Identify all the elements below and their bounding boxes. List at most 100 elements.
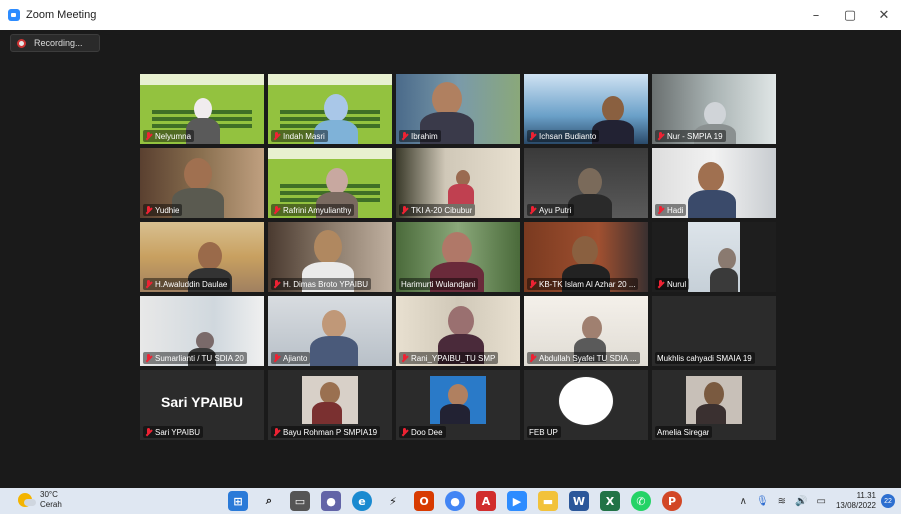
video-tile[interactable]: H.Awaluddin Daulae	[140, 222, 264, 292]
muted-mic-icon	[401, 427, 408, 437]
video-tile[interactable]: KB-TK Islam Al Azhar 20 ...	[524, 222, 648, 292]
zoom-window: Zoom Meeting – ▢ ✕ Recording... Nelyumna…	[0, 0, 901, 514]
chrome-icon[interactable]: ●	[445, 491, 465, 511]
weather-temp: 30°C	[40, 490, 58, 499]
muted-mic-icon	[657, 131, 664, 141]
video-tile[interactable]: Rani_YPAIBU_TU SMP	[396, 296, 520, 366]
video-tile[interactable]: FEB UP	[524, 370, 648, 440]
profile-picture	[558, 376, 614, 426]
muted-mic-icon	[273, 205, 280, 215]
wifi-icon[interactable]: ≋	[778, 496, 786, 507]
participant-name: Nurul	[667, 279, 687, 289]
muted-mic-icon	[657, 279, 664, 289]
office-icon[interactable]: O	[414, 491, 434, 511]
partly-sunny-icon	[18, 493, 36, 507]
clock-date: 13/08/2022	[835, 501, 876, 510]
windows-taskbar: 30°C Cerah ⊞ ⌕ ▭ ● e ⚡ O ● A ▶ ▬ W X ✆ P…	[0, 488, 901, 514]
battery-icon[interactable]: ▭	[817, 496, 826, 507]
video-tile[interactable]: Yudhie	[140, 148, 264, 218]
word-icon[interactable]: W	[569, 491, 589, 511]
video-tile[interactable]: Nurul	[652, 222, 776, 292]
video-tile[interactable]: TKI A-20 Cibubur	[396, 148, 520, 218]
participant-name: TKI A-20 Cibubur	[411, 205, 473, 215]
participant-name: FEB UP	[529, 427, 558, 437]
participant-name: Harimurti Wulandjani	[401, 279, 476, 289]
video-gallery: Recording... Nelyumna Indah Masri Ibrahi…	[0, 30, 901, 482]
recording-indicator[interactable]: Recording...	[10, 34, 100, 52]
video-tile[interactable]: Sumarlianti / TU SDIA 20	[140, 296, 264, 366]
chevron-up-icon[interactable]: ∧	[740, 496, 747, 507]
volume-icon[interactable]: 🔊	[795, 496, 807, 507]
minimize-button[interactable]: –	[799, 0, 833, 30]
excel-icon[interactable]: X	[600, 491, 620, 511]
file-explorer-icon[interactable]: ▬	[538, 491, 558, 511]
profile-picture	[686, 376, 742, 424]
video-tile[interactable]: Amelia Siregar	[652, 370, 776, 440]
video-tile-active-speaker[interactable]: Harimurti Wulandjani	[396, 222, 520, 292]
muted-mic-icon	[145, 205, 152, 215]
video-tile[interactable]: Nur - SMPIA 19	[652, 74, 776, 144]
muted-mic-icon	[145, 427, 152, 437]
video-tile[interactable]: Ajianto	[268, 296, 392, 366]
video-tile[interactable]: Ayu Putri	[524, 148, 648, 218]
clock[interactable]: 11.31 13/08/2022	[836, 491, 876, 511]
muted-mic-icon	[145, 353, 152, 363]
participant-name: Amelia Siregar	[657, 427, 710, 437]
window-title: Zoom Meeting	[26, 9, 97, 21]
video-tile[interactable]: Mukhlis cahyadi SMAIA 19	[652, 296, 776, 366]
muted-mic-icon	[273, 353, 280, 363]
weather-widget[interactable]: 30°C Cerah	[18, 490, 62, 510]
participant-name: H.Awaluddin Daulae	[155, 279, 228, 289]
muted-mic-icon	[529, 205, 536, 215]
muted-mic-icon	[529, 131, 536, 141]
muted-mic-icon	[145, 279, 152, 289]
zoom-icon[interactable]: ▶	[507, 491, 527, 511]
close-button[interactable]: ✕	[867, 0, 901, 30]
participant-name: Ichsan Budianto	[539, 131, 597, 141]
whatsapp-icon[interactable]: ✆	[631, 491, 651, 511]
edge-icon[interactable]: e	[352, 491, 372, 511]
muted-mic-icon	[401, 205, 408, 215]
microphone-icon[interactable]: 🎙	[756, 496, 769, 507]
video-tile[interactable]: H. Dimas Broto YPAIBU	[268, 222, 392, 292]
recording-icon	[17, 38, 26, 48]
participant-name: Indah Masri	[283, 131, 325, 141]
title-bar: Zoom Meeting – ▢ ✕	[0, 0, 901, 30]
acrobat-icon[interactable]: A	[476, 491, 496, 511]
video-tile[interactable]: Hadi	[652, 148, 776, 218]
participant-name: Sumarlianti / TU SDIA 20	[155, 353, 244, 363]
participant-name: Sari YPAIBU	[155, 427, 201, 437]
video-tile[interactable]: Nelyumna	[140, 74, 264, 144]
muted-mic-icon	[401, 131, 408, 141]
clock-time: 11.31	[856, 491, 876, 500]
participant-name: Ajianto	[283, 353, 308, 363]
participant-name: H. Dimas Broto YPAIBU	[283, 279, 369, 289]
powerpoint-icon[interactable]: P	[662, 491, 682, 511]
restore-button[interactable]: ▢	[833, 0, 867, 30]
participant-name: Bayu Rohman P SMPIA19	[283, 427, 378, 437]
recording-label: Recording...	[34, 38, 83, 48]
video-tile[interactable]: Sari YPAIBU Sari YPAIBU	[140, 370, 264, 440]
muted-mic-icon	[529, 279, 536, 289]
video-tile[interactable]: Indah Masri	[268, 74, 392, 144]
profile-picture	[302, 376, 358, 424]
video-tile[interactable]: Rafrini Amyulianthy	[268, 148, 392, 218]
start-menu-icon[interactable]: ⊞	[228, 491, 248, 511]
app-bolt-icon[interactable]: ⚡	[383, 491, 403, 511]
video-tile[interactable]: Ibrahim	[396, 74, 520, 144]
participant-name: Yudhie	[155, 205, 180, 215]
profile-picture	[430, 376, 486, 424]
muted-mic-icon	[273, 131, 280, 141]
participant-name: Rani_YPAIBU_TU SMP	[411, 353, 496, 363]
teams-chat-icon[interactable]: ●	[321, 491, 341, 511]
task-view-icon[interactable]: ▭	[290, 491, 310, 511]
muted-mic-icon	[273, 427, 280, 437]
search-icon[interactable]: ⌕	[259, 491, 279, 511]
video-tile[interactable]: Doo Dee	[396, 370, 520, 440]
video-tile[interactable]: Bayu Rohman P SMPIA19	[268, 370, 392, 440]
muted-mic-icon	[401, 353, 408, 363]
notification-badge[interactable]: 22	[881, 494, 895, 508]
video-tile[interactable]: Ichsan Budianto	[524, 74, 648, 144]
participant-name: Abdullah Syafei TU SDIA ...	[539, 353, 637, 363]
video-tile[interactable]: Abdullah Syafei TU SDIA ...	[524, 296, 648, 366]
